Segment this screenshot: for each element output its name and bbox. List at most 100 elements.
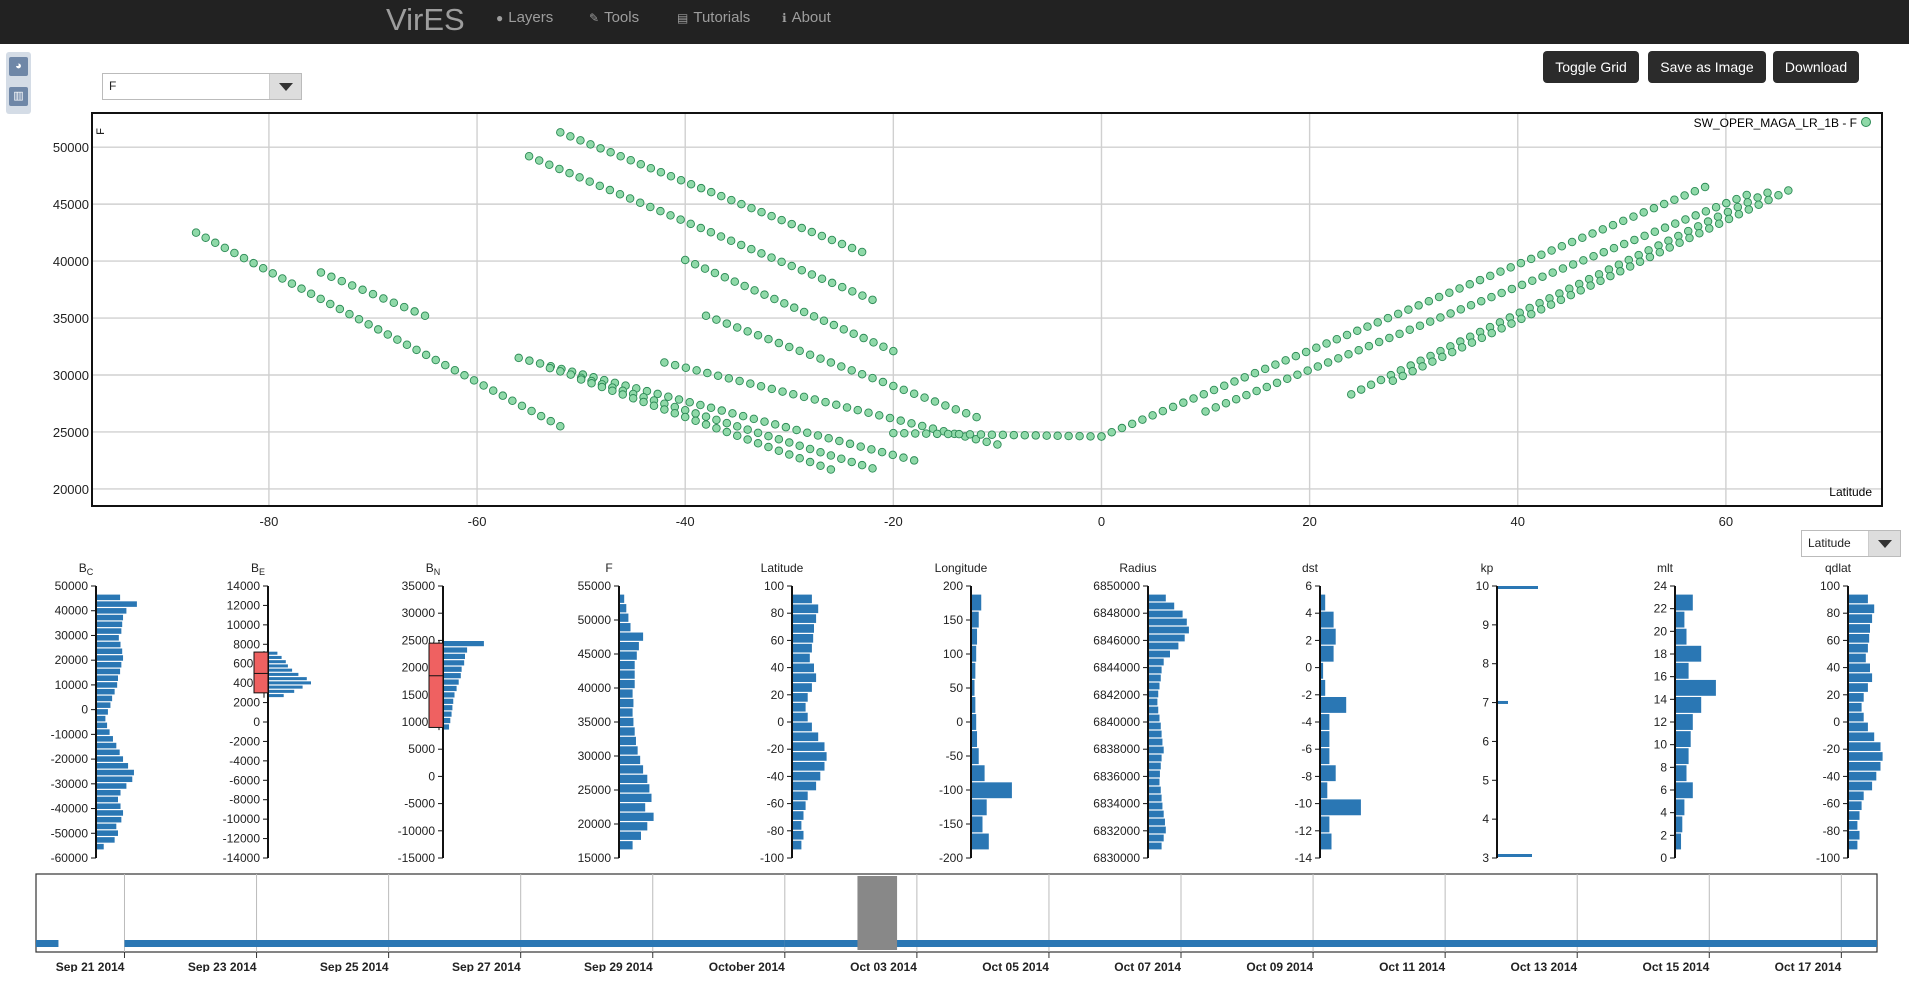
- histogram-panel[interactable]: dst 6 4 2 0 -2 -4 -6 -8 -10 -12 -14: [1295, 561, 1361, 865]
- x-axis-select-toggle[interactable]: [1868, 531, 1900, 556]
- histogram-bar: [1849, 643, 1868, 653]
- data-point: [857, 370, 867, 379]
- histogram-bar: [1321, 799, 1361, 816]
- y-tick-label: 35000: [53, 311, 89, 326]
- data-point: [837, 239, 847, 249]
- data-point: [787, 219, 796, 229]
- data-point: [595, 181, 605, 191]
- histogram-tick-label: 30000: [402, 606, 436, 620]
- histogram-tick-label: 25000: [578, 783, 612, 797]
- data-point: [816, 354, 825, 363]
- data-point: [524, 152, 534, 161]
- data-point: [756, 382, 766, 391]
- histogram-bar: [97, 837, 115, 843]
- histogram-bar: [620, 670, 635, 679]
- histogram-tick-label: 2: [1305, 633, 1312, 647]
- histogram-bar: [1849, 801, 1862, 811]
- histogram-panel[interactable]: mlt242220181614121086420: [1654, 561, 1716, 865]
- data-point: [777, 257, 786, 267]
- data-point: [767, 253, 776, 262]
- data-point: [706, 228, 716, 237]
- data-point: [1260, 364, 1270, 374]
- histogram-panel[interactable]: qdlat 100 80 60 40 20 0 -20 -40 -60 -80 -100: [1816, 561, 1883, 865]
- data-point: [982, 437, 991, 447]
- histogram-bar: [793, 702, 806, 712]
- data-point: [368, 289, 378, 299]
- histogram-bar: [97, 756, 124, 762]
- histogram-panel[interactable]: kp 10 9 8 7 6 5 4 3: [1476, 561, 1538, 865]
- data-point: [608, 386, 617, 396]
- histogram-bar: [97, 648, 123, 655]
- data-point: [1475, 275, 1485, 285]
- data-point: [1447, 347, 1457, 357]
- data-point: [268, 269, 278, 278]
- histogram-bar: [1849, 732, 1875, 742]
- timeline[interactable]: Sep 21 2014 Sep 23 2014 Sep 25 2014 Sep 27 …: [0, 872, 1909, 972]
- histogram-bar: [1321, 679, 1326, 696]
- histogram-bar: [1321, 697, 1347, 713]
- histogram-bar: [1149, 602, 1175, 610]
- histogram-bar: [1149, 658, 1164, 666]
- data-point: [1629, 212, 1638, 221]
- histogram-panel[interactable]: F 55000 50000 45000 40000 35000 30000 25000 2000…: [578, 561, 654, 865]
- histogram-panel[interactable]: BE14000120001000080006000400020000-2000-…: [223, 561, 311, 865]
- data-point: [869, 338, 878, 347]
- data-point: [354, 314, 364, 324]
- data-point: [692, 366, 701, 375]
- data-point: [917, 421, 927, 431]
- histogram-tick-label: -60000: [51, 851, 89, 865]
- data-point: [809, 312, 819, 321]
- histogram-tick-label: 0: [1833, 715, 1840, 729]
- data-point: [1393, 309, 1403, 319]
- histogram-tick-label: 3: [1482, 851, 1489, 865]
- data-point: [681, 363, 691, 373]
- data-point: [1674, 231, 1683, 241]
- data-point: [1346, 390, 1356, 399]
- box-plot[interactable]: [253, 651, 269, 694]
- data-point: [1064, 431, 1073, 441]
- legend-label[interactable]: SW_OPER_MAGA_LR_1B - F: [1694, 116, 1857, 130]
- histogram-bar: [620, 632, 644, 641]
- data-point: [701, 420, 711, 429]
- histogram-bar: [97, 655, 124, 661]
- data-point: [1576, 286, 1585, 295]
- histogram-title: Longitude: [935, 561, 988, 575]
- data-point: [1332, 335, 1342, 344]
- histogram-bar: [1149, 666, 1162, 674]
- histogram-panel[interactable]: Longitude 200 150 100 50 0 -50 -100 -150 -200: [935, 561, 1012, 865]
- histogram-bar: [444, 692, 455, 698]
- data-point: [1700, 182, 1710, 192]
- histogram-bar: [620, 708, 633, 717]
- timeline-tick-label: Sep 23 2014: [188, 960, 257, 972]
- histogram-panel[interactable]: BN35000300002500020000150001000050000-50…: [398, 561, 484, 865]
- data-point: [1272, 378, 1282, 388]
- data-point: [1252, 386, 1261, 396]
- histogram-tick-label: 6850000: [1093, 579, 1140, 593]
- histogram-bar: [1149, 770, 1160, 778]
- timeline-selection[interactable]: [857, 876, 898, 950]
- histogram-tick-label: 10000: [55, 678, 89, 692]
- histogram-panel[interactable]: Radius 6850000 6848000 6846000 6844000 684200…: [1093, 561, 1189, 865]
- x-axis-select[interactable]: Latitude: [1801, 530, 1901, 557]
- histogram-bar: [97, 843, 104, 850]
- histogram-panel[interactable]: BC 50000 40000 30000 20000 10000 0 -10000 -20000…: [51, 561, 137, 865]
- data-point: [824, 434, 833, 443]
- data-point: [1374, 337, 1384, 347]
- data-point: [954, 429, 964, 439]
- data-point: [287, 279, 297, 288]
- histogram-tick-label: 100: [943, 647, 963, 661]
- histogram-bar: [793, 643, 812, 653]
- histogram-bar: [793, 761, 825, 771]
- histogram-panel[interactable]: Latitude 100 80 60 40 20 0 -20 -40 -60 -80 -100: [760, 561, 827, 865]
- box-plot[interactable]: [428, 642, 444, 728]
- data-point: [849, 329, 858, 338]
- histogram-tick-label: -20: [1823, 742, 1841, 756]
- data-point: [1763, 188, 1772, 197]
- scatter-plot[interactable]: -80 -60 -40 -20 0 20 40 60 20000 25000 30000 35000 4…: [0, 0, 1909, 530]
- histogram-tick-label: 4: [1660, 806, 1667, 820]
- legend-marker: [1861, 117, 1871, 127]
- histogram-bar: [1676, 679, 1716, 696]
- data-point: [847, 366, 856, 375]
- data-point: [807, 227, 817, 237]
- data-point: [1598, 225, 1608, 234]
